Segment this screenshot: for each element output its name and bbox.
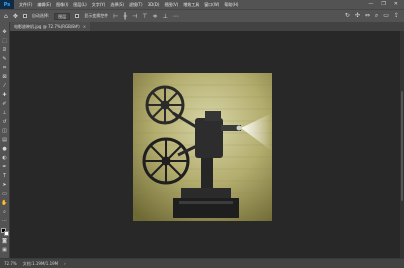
align-top-icon[interactable]: ⊤	[142, 13, 147, 20]
transform-controls-checkbox[interactable]	[75, 14, 80, 18]
tools-panel: ✥ ⬚ ᘐ ✎ ⌗ ⊠ ⁄ ✚ ✐ ⊥ ↺ ◫ ▤ ● ◐ ✒ T ➤ ▭ ✋ …	[0, 22, 10, 258]
move-tool-icon[interactable]: ✥	[13, 13, 18, 20]
options-right-group: ↻ ✣ ⇔ ⌕ ▭ ⇪	[345, 12, 404, 20]
vertical-scrollbar-thumb[interactable]	[401, 91, 403, 201]
chevron-right-icon[interactable]: ›	[64, 261, 66, 266]
pen-tool-icon[interactable]: ✒	[1, 163, 9, 171]
hand-tool-icon[interactable]: ✋	[1, 199, 9, 207]
3d-slide-icon[interactable]: ⇔	[365, 12, 370, 20]
menu-filter[interactable]: 滤镜(T)	[129, 0, 143, 9]
document-tab-label: 电影放映机.jpg @ 72.7%(RGB/8#)	[14, 23, 80, 29]
close-button[interactable]: ✕	[394, 0, 398, 9]
color-swatches[interactable]	[0, 228, 9, 236]
tab-close-icon[interactable]: ×	[83, 24, 86, 29]
menu-3d[interactable]: 3D(D)	[148, 0, 160, 9]
3d-pan-icon[interactable]: ✣	[355, 12, 360, 20]
more-options-icon[interactable]: ⋯	[173, 13, 179, 20]
clone-stamp-tool-icon[interactable]: ⊥	[1, 109, 9, 117]
menu-help[interactable]: 帮助(H)	[224, 0, 238, 9]
menu-type[interactable]: 文字(Y)	[92, 0, 106, 9]
document-size: 文档:1.19M/1.19M	[22, 260, 59, 266]
vertical-scrollbar[interactable]	[400, 31, 404, 258]
healing-brush-tool-icon[interactable]: ✚	[1, 91, 9, 99]
background-color-swatch[interactable]	[3, 231, 9, 236]
zoom-level[interactable]: 72.7%	[4, 261, 17, 266]
align-center-icon[interactable]: ╫	[123, 13, 127, 20]
photoshop-logo-icon[interactable]: Ps	[0, 0, 14, 9]
screen-mode-icon[interactable]: ▣	[1, 246, 9, 254]
eyedropper-tool-icon[interactable]: ⁄	[1, 82, 9, 90]
align-right-icon[interactable]: ⊣	[132, 13, 137, 20]
frame-tool-icon[interactable]: ⊠	[1, 73, 9, 81]
menu-layer[interactable]: 图层(L)	[73, 0, 86, 9]
history-brush-tool-icon[interactable]: ↺	[1, 118, 9, 126]
auto-select-label: 自动选择:	[31, 13, 50, 18]
document-tab[interactable]: 电影放映机.jpg @ 72.7%(RGB/8#) ×	[10, 22, 91, 31]
minimize-button[interactable]: —	[368, 0, 373, 9]
share-icon[interactable]: ⇪	[394, 12, 399, 20]
window-controls: — ❐ ✕	[368, 0, 404, 9]
menu-select[interactable]: 选择(S)	[110, 0, 124, 9]
crop-tool-icon[interactable]: ⌗	[1, 64, 9, 72]
search-icon[interactable]: ⌕	[375, 12, 378, 20]
home-icon[interactable]: ⌂	[4, 13, 8, 20]
auto-select-checkbox[interactable]	[22, 14, 27, 18]
eraser-tool-icon[interactable]: ◫	[1, 127, 9, 135]
transform-controls-label: 显示变换控件	[84, 13, 109, 18]
menu-window[interactable]: 窗口(W)	[204, 0, 219, 9]
brush-tool-icon[interactable]: ✐	[1, 100, 9, 108]
menu-plugins[interactable]: 增效工具	[183, 0, 199, 9]
restore-button[interactable]: ❐	[381, 0, 385, 9]
align-bottom-icon[interactable]: ⊥	[163, 13, 168, 20]
workspace-icon[interactable]: ▭	[383, 12, 389, 20]
quick-select-tool-icon[interactable]: ✎	[1, 55, 9, 63]
type-tool-icon[interactable]: T	[1, 172, 9, 180]
zoom-tool-icon[interactable]: ⌕	[1, 208, 9, 216]
document-tab-bar: 电影放映机.jpg @ 72.7%(RGB/8#) ×	[10, 22, 404, 31]
align-left-icon[interactable]: ⊢	[113, 13, 118, 20]
3d-rotate-icon[interactable]: ↻	[345, 12, 350, 20]
rectangle-tool-icon[interactable]: ▭	[1, 190, 9, 198]
lasso-tool-icon[interactable]: ᘐ	[1, 46, 9, 54]
menu-edit[interactable]: 编辑(E)	[37, 0, 51, 9]
dodge-tool-icon[interactable]: ◐	[1, 154, 9, 162]
menu-bar: Ps 文件(F) 编辑(E) 图像(I) 图层(L) 文字(Y) 选择(S) 滤…	[0, 0, 404, 9]
align-middle-icon[interactable]: ≑	[153, 13, 158, 20]
document-image[interactable]	[133, 73, 272, 221]
options-bar: ⌂ ✥ 自动选择: 图层 显示变换控件 ⊢ ╫ ⊣ ⊤ ≑ ⊥ ⋯ ↻ ✣ ⇔ …	[0, 9, 404, 22]
menu-image[interactable]: 图像(I)	[56, 0, 68, 9]
marquee-tool-icon[interactable]: ⬚	[1, 37, 9, 45]
path-selection-tool-icon[interactable]: ➤	[1, 181, 9, 189]
edit-toolbar-icon[interactable]: ⋯	[1, 217, 9, 225]
move-tool-icon[interactable]: ✥	[1, 28, 9, 36]
blur-tool-icon[interactable]: ●	[1, 145, 9, 153]
menu-file[interactable]: 文件(F)	[19, 0, 32, 9]
quick-mask-icon[interactable]: ◙	[1, 237, 9, 245]
status-bar: 72.7% 文档:1.19M/1.19M ›	[0, 258, 404, 268]
gradient-tool-icon[interactable]: ▤	[1, 136, 9, 144]
menu-view[interactable]: 视图(V)	[164, 0, 178, 9]
auto-select-dropdown[interactable]: 图层	[54, 12, 71, 20]
